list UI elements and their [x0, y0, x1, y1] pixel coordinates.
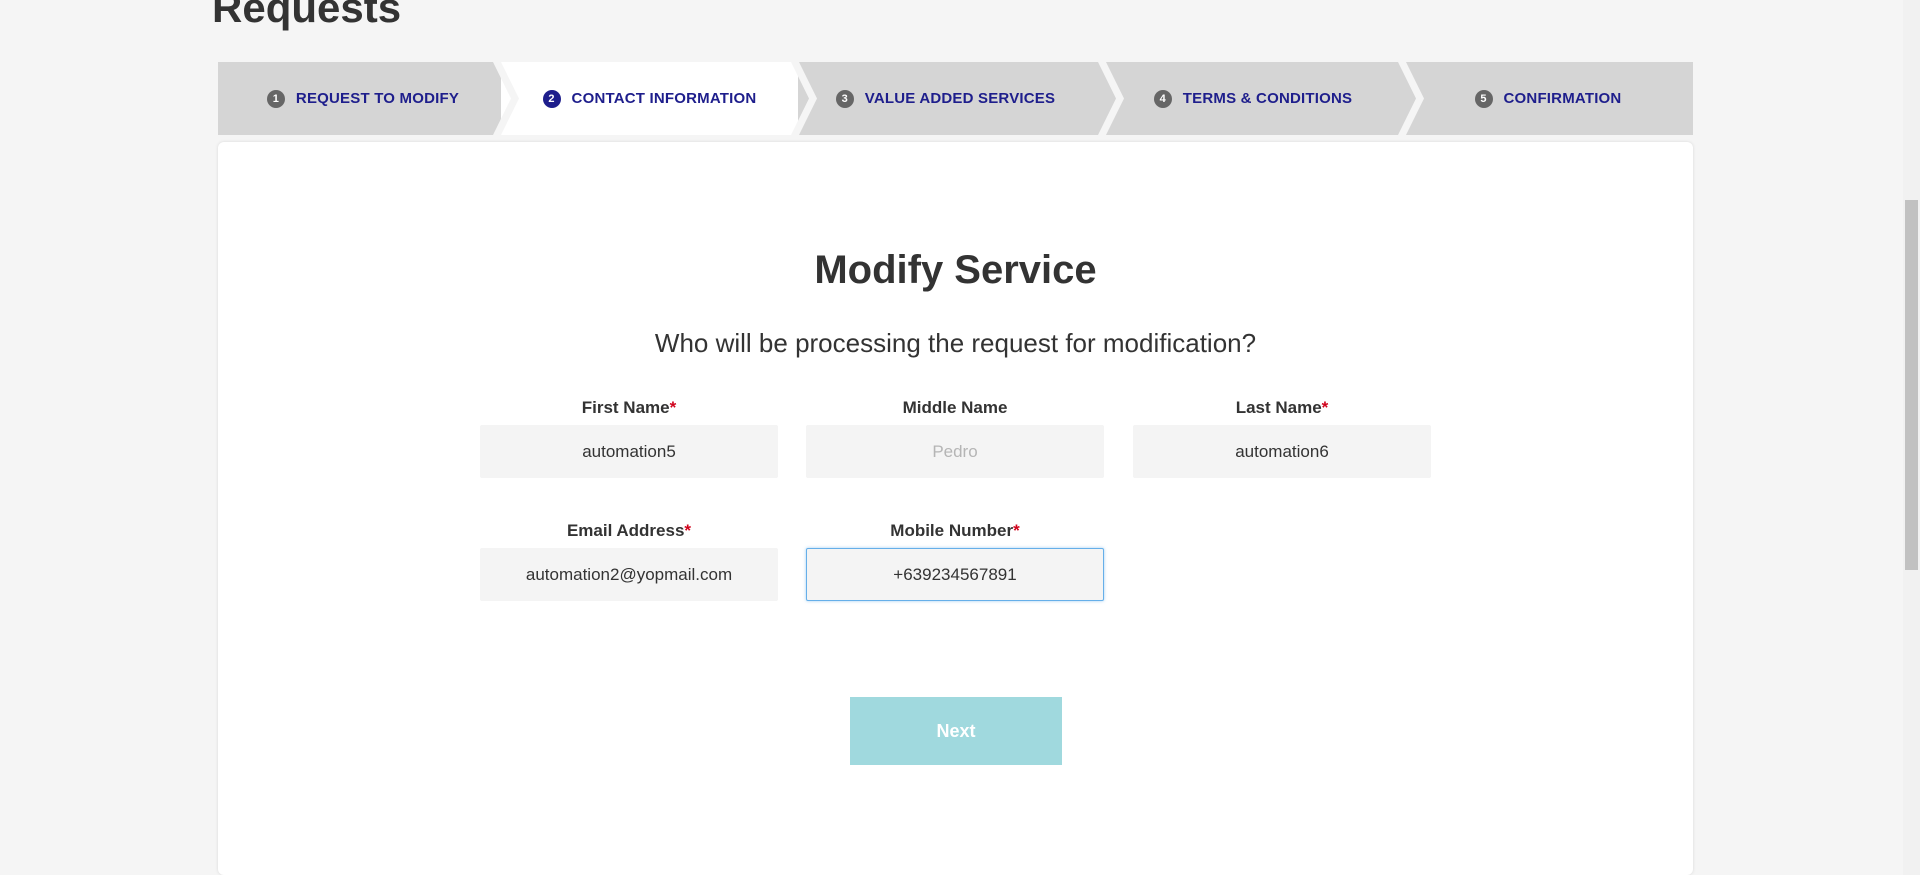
email-input[interactable]	[480, 548, 778, 601]
step-separator-chevron	[1398, 62, 1424, 135]
form-title: Modify Service	[814, 248, 1097, 292]
next-button[interactable]: Next	[850, 697, 1062, 765]
step-request-to-modify[interactable]: 1 REQUEST TO MODIFY	[218, 62, 508, 135]
step-label: VALUE ADDED SERVICES	[864, 90, 1056, 107]
email-label: Email Address*	[480, 521, 778, 541]
first-name-label: First Name*	[480, 398, 778, 418]
step-number: 5	[1474, 89, 1493, 108]
mobile-label: Mobile Number*	[806, 521, 1104, 541]
last-name-label: Last Name*	[1133, 398, 1431, 418]
mobile-number-input[interactable]	[806, 548, 1104, 601]
required-marker: *	[669, 398, 677, 417]
last-name-input[interactable]	[1133, 425, 1431, 478]
required-marker: *	[684, 521, 692, 540]
first-name-input[interactable]	[480, 425, 778, 478]
step-terms-conditions[interactable]: 4 TERMS & CONDITIONS	[1103, 62, 1403, 135]
step-label: CONFIRMATION	[1503, 90, 1622, 107]
first-name-label-text: First Name	[581, 398, 670, 417]
mobile-label-text: Mobile Number	[890, 521, 1014, 540]
step-confirmation[interactable]: 5 CONFIRMATION	[1403, 62, 1693, 135]
form-subtitle: Who will be processing the request for m…	[654, 328, 1257, 358]
step-label: REQUEST TO MODIFY	[295, 90, 460, 107]
middle-name-label-text: Middle Name	[902, 398, 1008, 417]
step-separator-chevron	[791, 62, 817, 135]
step-label: TERMS & CONDITIONS	[1182, 90, 1353, 107]
step-contact-information[interactable]: 2 CONTACT INFORMATION	[501, 62, 798, 135]
step-label: CONTACT INFORMATION	[571, 90, 757, 107]
step-number: 4	[1153, 89, 1172, 108]
middle-name-label: Middle Name	[806, 398, 1104, 418]
step-separator-chevron	[493, 62, 519, 135]
progress-stepper: 1 REQUEST TO MODIFY 2 CONTACT INFORMATIO…	[218, 62, 1693, 135]
page-title: Requests	[212, 0, 402, 31]
step-separator-chevron	[1098, 62, 1124, 135]
email-label-text: Email Address	[566, 521, 685, 540]
step-number: 1	[266, 89, 285, 108]
scrollbar-thumb[interactable]	[1905, 200, 1918, 570]
step-number: 2	[542, 89, 561, 108]
vertical-scrollbar[interactable]	[1903, 0, 1920, 875]
middle-name-input[interactable]	[806, 425, 1104, 478]
required-marker: *	[1013, 521, 1020, 540]
last-name-label-text: Last Name	[1235, 398, 1322, 417]
step-number: 3	[835, 89, 854, 108]
form-card: Modify Service Who will be processing th…	[218, 142, 1693, 875]
required-marker: *	[1321, 398, 1329, 417]
step-value-added-services[interactable]: 3 VALUE ADDED SERVICES	[798, 62, 1093, 135]
